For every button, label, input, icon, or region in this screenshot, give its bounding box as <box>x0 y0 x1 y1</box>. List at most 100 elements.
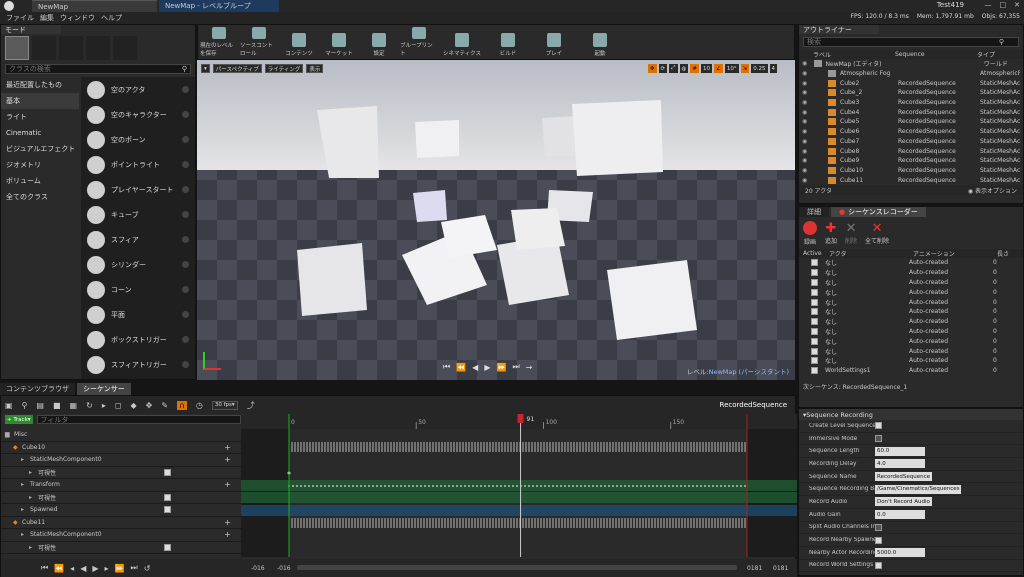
keyframe[interactable] <box>344 485 346 487</box>
track-row[interactable]: ▸ Spawned <box>1 504 241 517</box>
keyframe[interactable] <box>304 485 306 487</box>
active-checkbox[interactable] <box>811 288 818 296</box>
tab-sequencer[interactable]: シーケンサー <box>77 383 131 395</box>
keyframe[interactable] <box>292 485 294 487</box>
outliner-row[interactable]: ◉ Cube6 RecordedSequence StaticMeshActor <box>799 127 1023 137</box>
keyframe[interactable] <box>576 485 578 487</box>
visibility-eye-icon[interactable]: ◉ <box>802 109 814 116</box>
visibility-eye-icon[interactable]: ◉ <box>802 80 814 87</box>
active-checkbox[interactable] <box>811 308 818 316</box>
toolbar-button[interactable]: シネマティクス <box>440 27 484 57</box>
refresh-icon[interactable]: ↻ <box>86 401 93 410</box>
recorder-row[interactable]: なし Auto-created 0 <box>799 317 1023 327</box>
track-row[interactable]: ▸ StaticMeshComponent0 + <box>1 529 241 542</box>
toolbar-button[interactable]: マーケット <box>320 27 358 57</box>
keyframe[interactable] <box>560 485 562 487</box>
outliner-row[interactable]: ◉ Cube11 RecordedSequence StaticMeshActor <box>799 175 1023 185</box>
select-icon[interactable]: ◻ <box>115 401 122 410</box>
menu-edit[interactable]: 編集 <box>40 13 54 23</box>
keyframe[interactable] <box>416 485 418 487</box>
playback-icon[interactable]: ▸ <box>102 401 106 410</box>
col-label[interactable]: ラベル <box>813 50 895 59</box>
render-icon[interactable]: ▤ <box>36 401 44 410</box>
visibility-eye-icon[interactable]: ◉ <box>802 99 814 106</box>
recorder-row[interactable]: なし Auto-created 0 <box>799 258 1023 268</box>
keyframe[interactable] <box>496 485 498 487</box>
keyframe[interactable] <box>692 485 694 487</box>
active-checkbox[interactable] <box>811 269 818 277</box>
keyframe[interactable] <box>632 485 634 487</box>
keyframe[interactable] <box>624 485 626 487</box>
remove-button[interactable]: ✕ 削除 <box>845 221 857 245</box>
outliner-tab[interactable]: アウトライナー <box>799 25 879 34</box>
keyframe[interactable] <box>476 485 478 487</box>
track-row[interactable]: ▸ 可視性 <box>1 542 241 554</box>
outliner-row[interactable]: ◉ Atmospheric Fog AtmosphericFog <box>799 69 1023 79</box>
outliner-row[interactable]: ◉ Cube10 RecordedSequence StaticMeshActor <box>799 166 1023 176</box>
key-icon[interactable]: ◆ <box>130 401 136 410</box>
keyframe[interactable] <box>544 485 546 487</box>
toolbar-button[interactable]: 現在のレベルを保存 <box>200 27 238 57</box>
keyframe[interactable] <box>380 485 382 487</box>
tab-level-blueprint[interactable]: NewMap - レベルブループ <box>159 0 279 12</box>
skip-start-icon[interactable]: ⏮ <box>443 362 450 372</box>
recorder-row[interactable]: なし Auto-created 0 <box>799 327 1023 337</box>
play-icon[interactable]: ▶ <box>92 564 98 573</box>
category-item[interactable]: 全てのクラス <box>1 189 79 205</box>
rotate-icon[interactable]: ⟳ <box>658 64 668 73</box>
prev-key-icon[interactable]: ⏪ <box>456 363 466 372</box>
keyframe[interactable] <box>440 485 442 487</box>
outliner-row[interactable]: ◉ Cube3 RecordedSequence StaticMeshActor <box>799 98 1023 108</box>
keyframe[interactable] <box>592 485 594 487</box>
track-row[interactable]: ▸ 可視性 <box>1 467 241 479</box>
recorder-row[interactable]: なし Auto-created 0 <box>799 336 1023 346</box>
toolbar-button[interactable]: 設定 <box>360 27 398 57</box>
setting-checkbox[interactable] <box>875 422 882 430</box>
keyframe[interactable] <box>488 485 490 487</box>
keyframe[interactable] <box>392 485 394 487</box>
keyframe[interactable] <box>664 485 666 487</box>
visibility-eye-icon[interactable]: ◉ <box>802 70 814 77</box>
visibility-eye-icon[interactable]: ◉ <box>802 138 814 145</box>
keyframe[interactable] <box>368 485 370 487</box>
active-checkbox[interactable] <box>811 337 818 345</box>
visibility-eye-icon[interactable]: ◉ <box>802 177 814 184</box>
keyframe[interactable] <box>652 485 654 487</box>
keyframe[interactable] <box>356 485 358 487</box>
range-start[interactable]: -016 <box>251 565 265 572</box>
tab-sequence-recorder[interactable]: ● シーケンスレコーダー <box>831 207 926 217</box>
track-row[interactable]: ◆ Cube10 + <box>1 442 241 454</box>
keyframe[interactable] <box>656 485 658 487</box>
settings-section-header[interactable]: ▾ Sequence Recording <box>799 409 1023 420</box>
keyframe[interactable] <box>672 485 674 487</box>
record-button[interactable]: 録画 <box>803 220 817 246</box>
recorder-row[interactable]: なし Auto-created 0 <box>799 297 1023 307</box>
help-icon[interactable] <box>182 311 189 318</box>
modes-tab[interactable]: モード <box>1 25 61 34</box>
recorder-row[interactable]: なし Auto-created 0 <box>799 268 1023 278</box>
placeable-item[interactable]: 空のキャラクター <box>81 102 195 127</box>
keyframe[interactable] <box>340 485 342 487</box>
toolbar-button[interactable]: 起動 <box>578 27 622 57</box>
recorder-row[interactable]: なし Auto-created 0 <box>799 356 1023 366</box>
lighting-button[interactable]: ライティング <box>264 64 304 73</box>
placeable-item[interactable]: キューブ <box>81 202 195 227</box>
find-icon[interactable]: ⚲ <box>22 401 28 410</box>
keyframe[interactable] <box>744 485 746 487</box>
keyframe[interactable] <box>736 485 738 487</box>
active-checkbox[interactable] <box>811 318 818 326</box>
recorder-row[interactable]: なし Auto-created 0 <box>799 346 1023 356</box>
keyframe[interactable] <box>300 485 302 487</box>
add-key-icon[interactable]: + <box>224 480 231 489</box>
track-checkbox[interactable] <box>164 543 171 551</box>
keyframe[interactable] <box>452 485 454 487</box>
keyframe[interactable] <box>660 485 662 487</box>
scale-snap-icon[interactable]: ⇲ <box>740 64 750 73</box>
keyframe[interactable] <box>704 485 706 487</box>
category-item[interactable]: ジオメトリ <box>1 157 79 173</box>
keyframe[interactable] <box>396 485 398 487</box>
step-forward-icon[interactable]: ▸ <box>105 564 109 573</box>
keyframe[interactable] <box>460 485 462 487</box>
keyframe[interactable] <box>336 485 338 487</box>
setting-value-field[interactable]: /Game/Cinematics/Sequences <box>875 484 962 494</box>
